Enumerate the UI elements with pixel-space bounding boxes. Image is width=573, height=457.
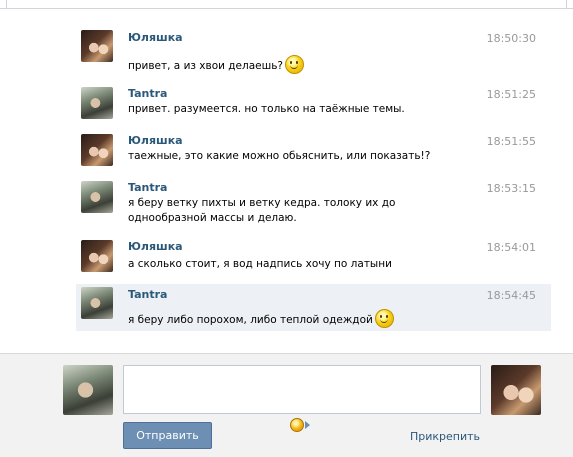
message-composer: Отправить Прикрепить (0, 353, 573, 457)
message-time: 18:50:30 (486, 32, 536, 45)
my-avatar[interactable] (63, 365, 113, 415)
emoji-button[interactable] (290, 418, 312, 432)
message-input[interactable] (123, 365, 481, 414)
message-text-content: привет, а из хвои делаешь? (128, 60, 283, 72)
emoji-icon (290, 418, 304, 432)
arrow-right-icon (305, 421, 310, 429)
message-text: я беру ветку пихты и ветку кедра. толоку… (128, 197, 396, 224)
message-time: 18:51:55 (486, 135, 536, 148)
attach-link[interactable]: Прикрепить (410, 430, 480, 443)
message-item: Tantra 18:53:15 я беру ветку пихты и вет… (76, 180, 551, 232)
message-item: Tantra 18:51:25 привет. разумеется. но т… (76, 86, 551, 126)
message-item: Юляшка 18:54:01 а сколько стоит, я вод н… (76, 239, 551, 279)
message-item: Юляшка 18:51:55 таежные, это какие можно… (76, 133, 551, 173)
message-text: я беру либо порохом, либо теплой одеждой (128, 309, 458, 328)
sender-name[interactable]: Tantra (128, 288, 167, 301)
message-item: Юляшка 18:50:30 привет, а из хвои делаеш… (76, 30, 551, 80)
sender-name[interactable]: Юляшка (128, 31, 183, 44)
avatar[interactable] (81, 134, 113, 166)
send-button[interactable]: Отправить (123, 422, 212, 449)
avatar[interactable] (81, 287, 113, 319)
avatar[interactable] (81, 30, 113, 62)
message-text: привет. разумеется. но только на таёжные… (128, 103, 405, 115)
avatar[interactable] (81, 240, 113, 272)
message-time: 18:51:25 (486, 88, 536, 101)
top-border (0, 0, 573, 9)
message-text: таежные, это какие можно обьяснить, или … (128, 150, 431, 162)
avatar[interactable] (81, 87, 113, 119)
message-history: Юляшка 18:50:30 привет, а из хвои делаеш… (0, 10, 573, 350)
smiley-icon (285, 55, 304, 74)
message-text: привет, а из хвои делаешь? (128, 55, 458, 74)
sender-name[interactable]: Tantra (128, 181, 167, 194)
message-time: 18:54:45 (486, 289, 536, 302)
message-time: 18:53:15 (486, 182, 536, 195)
interlocutor-avatar[interactable] (491, 365, 541, 415)
message-text-content: я беру либо порохом, либо теплой одеждой (128, 314, 373, 326)
smiley-icon (374, 309, 394, 328)
sender-name[interactable]: Юляшка (128, 134, 183, 147)
message-text: а сколько стоит, я вод надпись хочу по л… (128, 258, 392, 270)
sender-name[interactable]: Юляшка (128, 240, 183, 253)
sender-name[interactable]: Tantra (128, 87, 167, 100)
avatar[interactable] (81, 181, 113, 213)
message-item-highlighted: Tantra 18:54:45 я беру либо порохом, либ… (76, 284, 551, 331)
message-time: 18:54:01 (486, 241, 536, 254)
